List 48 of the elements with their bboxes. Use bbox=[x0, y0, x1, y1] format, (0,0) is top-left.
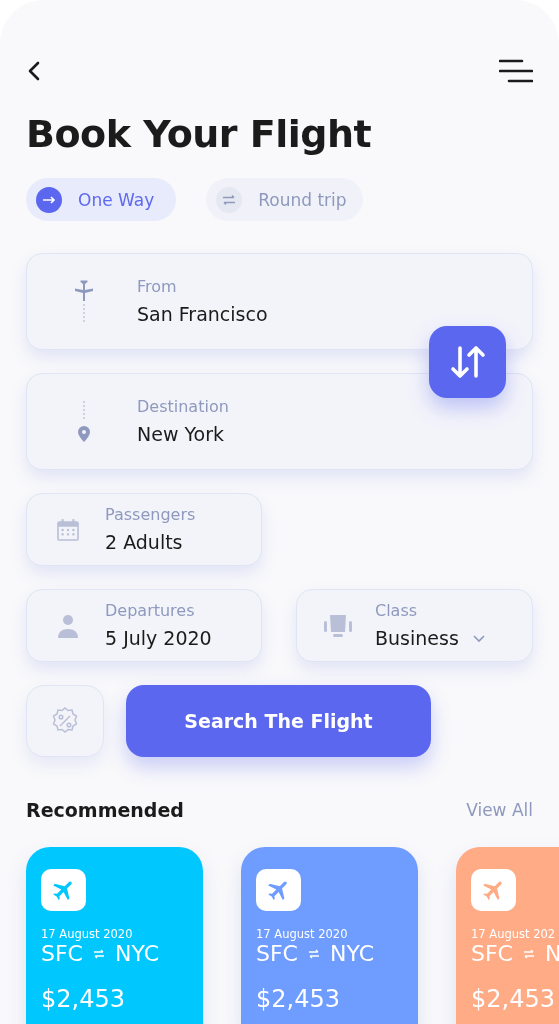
field-label: From bbox=[137, 276, 178, 297]
field-value: Business bbox=[375, 625, 459, 651]
field-value: 2 Adults bbox=[105, 529, 184, 555]
origin-code: SFC bbox=[41, 941, 83, 967]
view-all-link[interactable]: View All bbox=[466, 800, 533, 820]
trip-type-tab[interactable]: Round trip bbox=[206, 178, 363, 221]
search-button[interactable]: Search The Flight bbox=[126, 685, 431, 757]
calendar-icon bbox=[55, 516, 81, 543]
swap-arrows-icon bbox=[93, 949, 105, 959]
detail-field[interactable]: Passengers 2 Adults bbox=[26, 493, 262, 566]
origin-code: SFC bbox=[471, 941, 513, 967]
swap-arrows-icon bbox=[449, 345, 486, 379]
trip-type-tab[interactable]: One Way bbox=[26, 178, 177, 221]
flight-card[interactable]: 17 August 2020 SFC NYC $2,453 bbox=[241, 847, 418, 1024]
field-label: Departures bbox=[105, 600, 196, 621]
seat-icon bbox=[322, 612, 354, 639]
section-title: Recommended bbox=[26, 799, 184, 821]
destination-code: NYC bbox=[115, 941, 160, 967]
flight-price: $2,453 bbox=[471, 985, 556, 1013]
flight-date: 17 August 202 bbox=[471, 927, 557, 941]
swap-arrows-icon bbox=[523, 949, 535, 959]
location-field[interactable]: Destination New York bbox=[26, 373, 533, 470]
field-value: San Francisco bbox=[137, 301, 268, 327]
flight-date: 17 August 2020 bbox=[256, 927, 349, 941]
field-value: 5 July 2020 bbox=[105, 625, 212, 651]
plane-icon bbox=[256, 869, 301, 911]
field-label: Destination bbox=[137, 396, 229, 417]
field-label: Class bbox=[375, 600, 419, 621]
swap-arrows-icon bbox=[308, 949, 320, 959]
destination-code: N bbox=[545, 941, 559, 967]
plane-icon bbox=[41, 869, 86, 911]
swap-button[interactable] bbox=[429, 326, 506, 398]
swap-arrows-icon bbox=[216, 186, 243, 213]
plane-route-icon bbox=[73, 279, 95, 324]
flight-date: 17 August 2020 bbox=[41, 927, 134, 941]
page-title: Book Your Flight bbox=[26, 112, 373, 156]
flight-price: $2,453 bbox=[41, 985, 126, 1013]
origin-code: SFC bbox=[256, 941, 298, 967]
field-value: New York bbox=[137, 421, 225, 447]
detail-field[interactable]: Departures 5 July 2020 bbox=[26, 589, 262, 662]
plane-icon bbox=[471, 869, 516, 911]
field-label: Passengers bbox=[105, 504, 196, 525]
arrow-right-icon bbox=[36, 186, 62, 213]
location-field[interactable]: From San Francisco bbox=[26, 253, 533, 350]
detail-field[interactable]: Class Business bbox=[296, 589, 533, 662]
person-icon bbox=[56, 612, 80, 639]
destination-code: NYC bbox=[330, 941, 375, 967]
flight-price: $2,453 bbox=[256, 985, 341, 1013]
